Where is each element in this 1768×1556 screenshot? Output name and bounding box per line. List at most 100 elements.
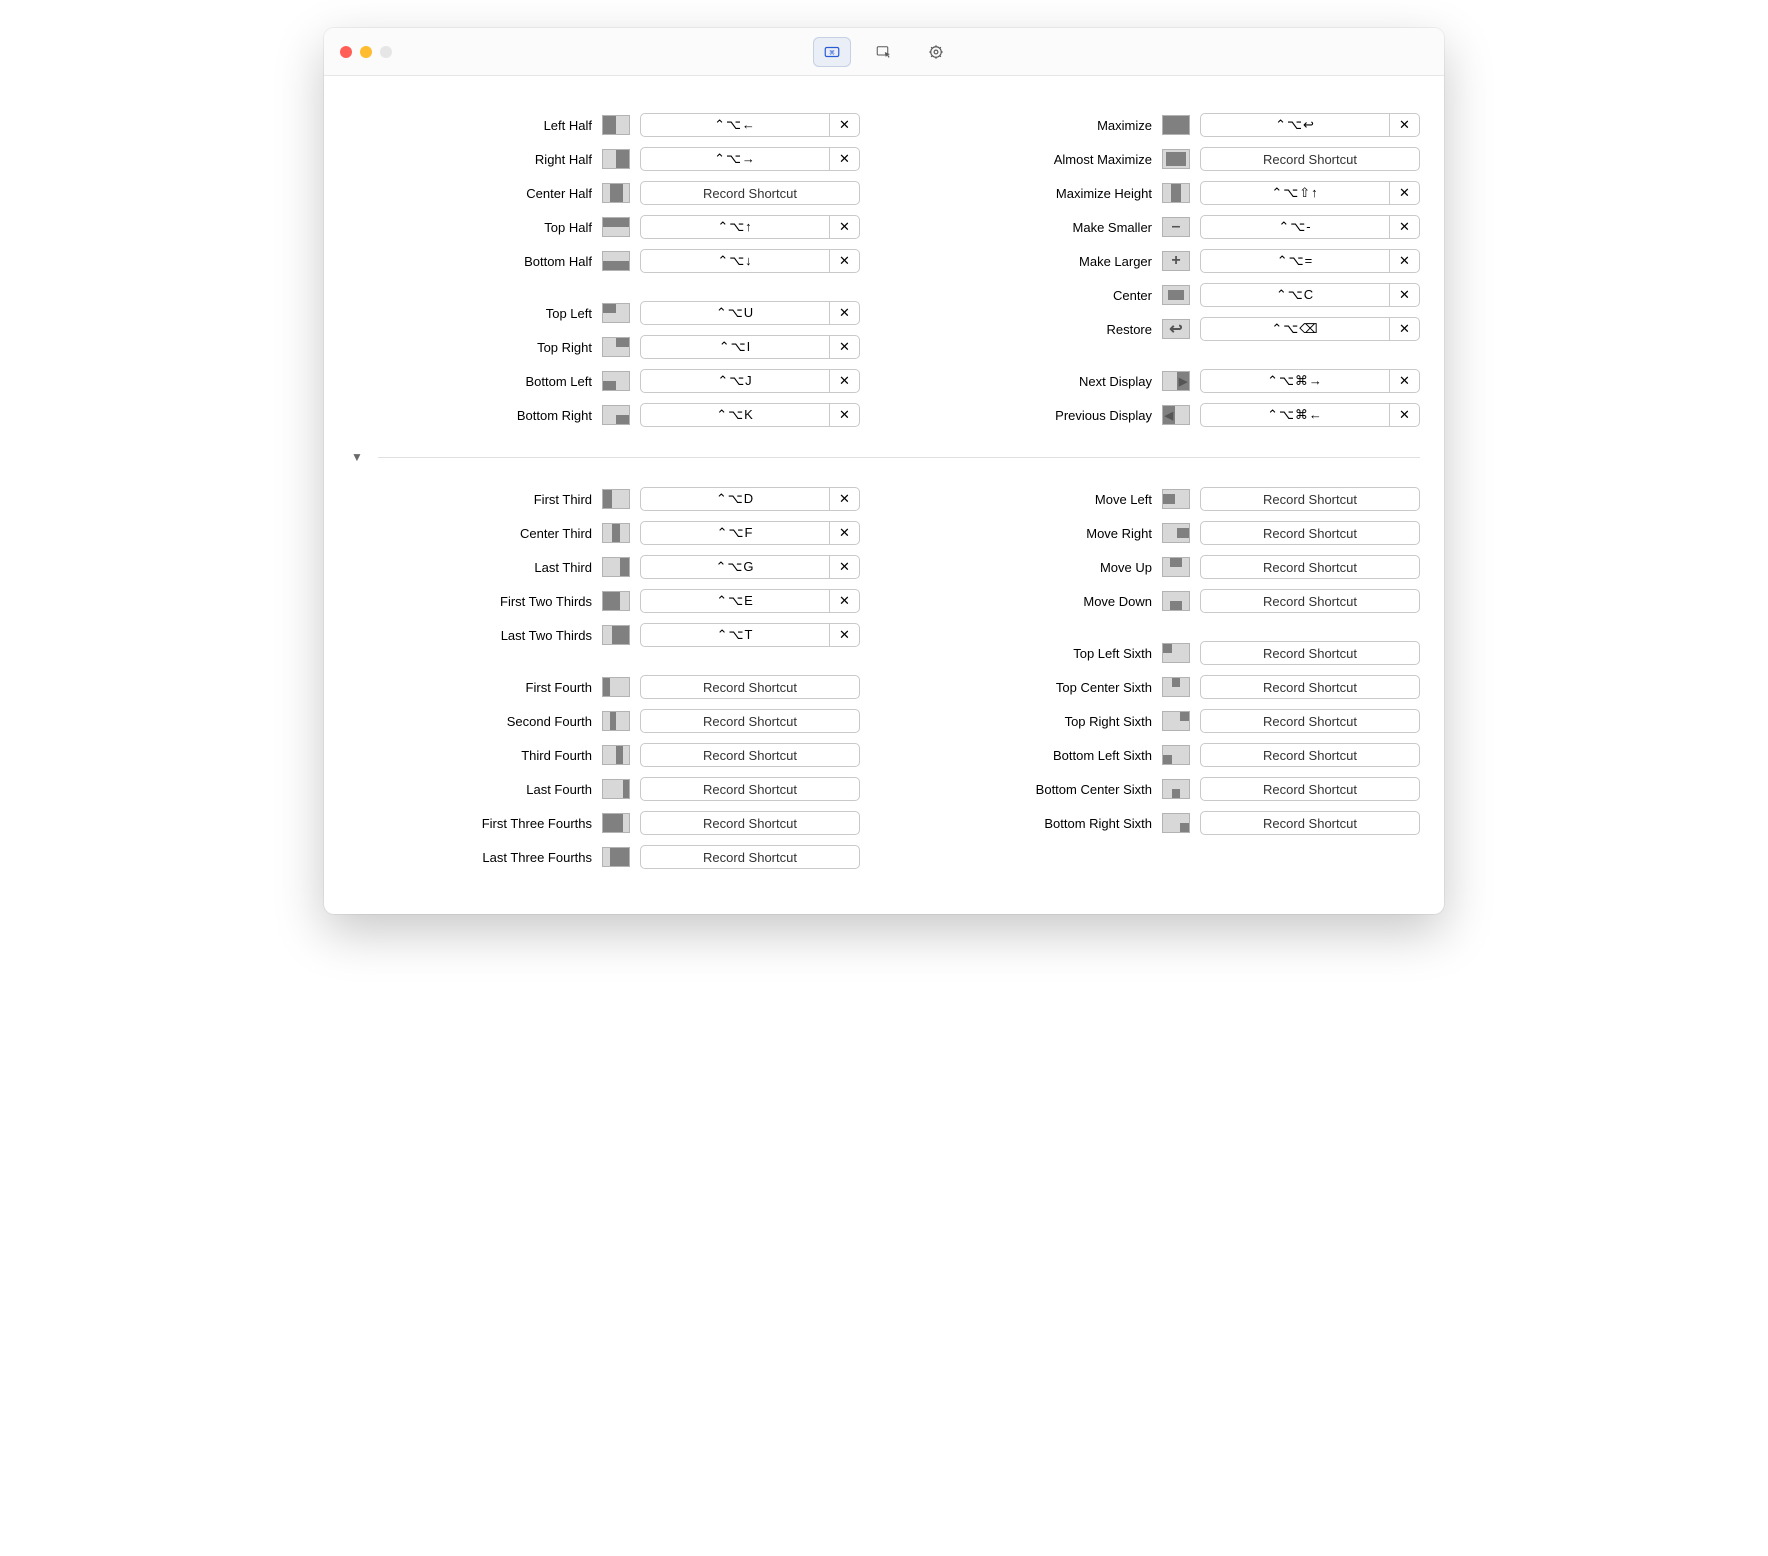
shortcut-recorder[interactable]: ⌃⌥E bbox=[640, 589, 830, 613]
shortcut-label: Top Center Sixth bbox=[1056, 680, 1152, 695]
shortcut-field: ⌃⌥K✕ bbox=[640, 403, 860, 427]
window-position-icon bbox=[1162, 149, 1190, 169]
clear-shortcut-button[interactable]: ✕ bbox=[1390, 249, 1420, 273]
record-shortcut-button[interactable]: Record Shortcut bbox=[1200, 709, 1420, 733]
window-position-icon bbox=[602, 337, 630, 357]
shortcut-recorder[interactable]: ⌃⌥J bbox=[640, 369, 830, 393]
shortcut-recorder[interactable]: ⌃⌥⌘→ bbox=[1200, 369, 1390, 393]
record-shortcut-button[interactable]: Record Shortcut bbox=[640, 675, 860, 699]
record-shortcut-button[interactable]: Record Shortcut bbox=[1200, 521, 1420, 545]
window-position-icon bbox=[602, 303, 630, 323]
record-shortcut-button[interactable]: Record Shortcut bbox=[1200, 743, 1420, 767]
clear-shortcut-button[interactable]: ✕ bbox=[830, 521, 860, 545]
shortcut-field: ⌃⌥⌘←✕ bbox=[1200, 403, 1420, 427]
shortcut-recorder[interactable]: ⌃⌥← bbox=[640, 113, 830, 137]
shortcut-row-br-sixth: Bottom Right SixthRecord Shortcut bbox=[908, 806, 1420, 840]
shortcut-label: Move Down bbox=[1083, 594, 1152, 609]
record-shortcut-button[interactable]: Record Shortcut bbox=[640, 709, 860, 733]
shortcut-recorder[interactable]: ⌃⌥⇧↑ bbox=[1200, 181, 1390, 205]
window-position-icon bbox=[1162, 643, 1190, 663]
record-shortcut-button[interactable]: Record Shortcut bbox=[1200, 811, 1420, 835]
clear-shortcut-button[interactable]: ✕ bbox=[830, 215, 860, 239]
shortcut-row-bottom-left: Bottom Left⌃⌥J✕ bbox=[348, 364, 860, 398]
clear-shortcut-button[interactable]: ✕ bbox=[1390, 113, 1420, 137]
shortcut-row-center: Center⌃⌥C✕ bbox=[908, 278, 1420, 312]
shortcut-recorder[interactable]: ⌃⌥⌫ bbox=[1200, 317, 1390, 341]
record-shortcut-button[interactable]: Record Shortcut bbox=[640, 845, 860, 869]
shortcut-recorder[interactable]: ⌃⌥↓ bbox=[640, 249, 830, 273]
window-position-icon bbox=[1162, 813, 1190, 833]
window-position-icon bbox=[1162, 711, 1190, 731]
window-position-icon bbox=[602, 217, 630, 237]
shortcut-recorder[interactable]: ⌃⌥C bbox=[1200, 283, 1390, 307]
tab-snapping[interactable] bbox=[865, 37, 903, 67]
tab-shortcuts[interactable]: ⌘ bbox=[813, 37, 851, 67]
shortcut-recorder[interactable]: ⌃⌥↩ bbox=[1200, 113, 1390, 137]
clear-shortcut-button[interactable]: ✕ bbox=[1390, 369, 1420, 393]
shortcut-field: ⌃⌥⌫✕ bbox=[1200, 317, 1420, 341]
shortcuts-content: Left Half⌃⌥←✕Right Half⌃⌥→✕Center HalfRe… bbox=[324, 76, 1444, 914]
shortcut-label: Move Left bbox=[1095, 492, 1152, 507]
record-shortcut-button[interactable]: Record Shortcut bbox=[640, 777, 860, 801]
clear-shortcut-button[interactable]: ✕ bbox=[830, 403, 860, 427]
shortcut-field: Record Shortcut bbox=[1200, 777, 1420, 801]
shortcut-recorder[interactable]: ⌃⌥I bbox=[640, 335, 830, 359]
shortcut-recorder[interactable]: ⌃⌥↑ bbox=[640, 215, 830, 239]
clear-shortcut-button[interactable]: ✕ bbox=[1390, 317, 1420, 341]
shortcut-row-top-right: Top Right⌃⌥I✕ bbox=[348, 330, 860, 364]
svg-text:⌘: ⌘ bbox=[829, 49, 835, 56]
shortcut-recorder[interactable]: ⌃⌥F bbox=[640, 521, 830, 545]
zoom-window-button[interactable] bbox=[380, 46, 392, 58]
toolbar-tabs: ⌘ bbox=[813, 37, 955, 67]
clear-shortcut-button[interactable]: ✕ bbox=[830, 369, 860, 393]
shortcut-row-last-two-thirds: Last Two Thirds⌃⌥T✕ bbox=[348, 618, 860, 652]
clear-shortcut-button[interactable]: ✕ bbox=[1390, 215, 1420, 239]
clear-shortcut-button[interactable]: ✕ bbox=[830, 589, 860, 613]
record-shortcut-button[interactable]: Record Shortcut bbox=[640, 181, 860, 205]
clear-shortcut-button[interactable]: ✕ bbox=[830, 487, 860, 511]
close-window-button[interactable] bbox=[340, 46, 352, 58]
shortcut-row-top-left: Top Left ⌃⌥U✕ bbox=[348, 296, 860, 330]
shortcut-recorder[interactable]: ⌃⌥= bbox=[1200, 249, 1390, 273]
disclosure-toggle[interactable]: ▼ bbox=[348, 450, 366, 464]
window-position-icon bbox=[1162, 779, 1190, 799]
shortcut-recorder[interactable]: ⌃⌥→ bbox=[640, 147, 830, 171]
shortcut-recorder[interactable]: ⌃⌥U bbox=[640, 301, 830, 325]
shortcut-recorder[interactable]: ⌃⌥G bbox=[640, 555, 830, 579]
record-shortcut-button[interactable]: Record Shortcut bbox=[1200, 487, 1420, 511]
clear-shortcut-button[interactable]: ✕ bbox=[1390, 403, 1420, 427]
record-shortcut-button[interactable]: Record Shortcut bbox=[1200, 675, 1420, 699]
shortcut-recorder[interactable]: ⌃⌥D bbox=[640, 487, 830, 511]
window-position-icon bbox=[602, 115, 630, 135]
clear-shortcut-button[interactable]: ✕ bbox=[830, 147, 860, 171]
clear-shortcut-button[interactable]: ✕ bbox=[830, 623, 860, 647]
shortcut-label: Top Half bbox=[544, 220, 592, 235]
shortcut-recorder[interactable]: ⌃⌥- bbox=[1200, 215, 1390, 239]
record-shortcut-button[interactable]: Record Shortcut bbox=[1200, 147, 1420, 171]
shortcut-label: Move Right bbox=[1086, 526, 1152, 541]
shortcut-recorder[interactable]: ⌃⌥K bbox=[640, 403, 830, 427]
clear-shortcut-button[interactable]: ✕ bbox=[1390, 181, 1420, 205]
shortcut-recorder[interactable]: ⌃⌥T bbox=[640, 623, 830, 647]
shortcut-recorder[interactable]: ⌃⌥⌘← bbox=[1200, 403, 1390, 427]
record-shortcut-button[interactable]: Record Shortcut bbox=[640, 743, 860, 767]
clear-shortcut-button[interactable]: ✕ bbox=[830, 301, 860, 325]
clear-shortcut-button[interactable]: ✕ bbox=[1390, 283, 1420, 307]
shortcut-field: ⌃⌥↑✕ bbox=[640, 215, 860, 239]
shortcut-group: Left Half⌃⌥←✕Right Half⌃⌥→✕Center HalfRe… bbox=[348, 108, 860, 278]
shortcut-label: First Three Fourths bbox=[482, 816, 592, 831]
clear-shortcut-button[interactable]: ✕ bbox=[830, 555, 860, 579]
minimize-window-button[interactable] bbox=[360, 46, 372, 58]
record-shortcut-button[interactable]: Record Shortcut bbox=[1200, 555, 1420, 579]
clear-shortcut-button[interactable]: ✕ bbox=[830, 113, 860, 137]
shortcut-label: First Fourth bbox=[526, 680, 592, 695]
clear-shortcut-button[interactable]: ✕ bbox=[830, 335, 860, 359]
shortcut-field: ⌃⌥E✕ bbox=[640, 589, 860, 613]
record-shortcut-button[interactable]: Record Shortcut bbox=[1200, 641, 1420, 665]
clear-shortcut-button[interactable]: ✕ bbox=[830, 249, 860, 273]
record-shortcut-button[interactable]: Record Shortcut bbox=[640, 811, 860, 835]
record-shortcut-button[interactable]: Record Shortcut bbox=[1200, 777, 1420, 801]
tab-settings[interactable] bbox=[917, 37, 955, 67]
record-shortcut-button[interactable]: Record Shortcut bbox=[1200, 589, 1420, 613]
shortcut-label: Top Left bbox=[546, 306, 592, 321]
